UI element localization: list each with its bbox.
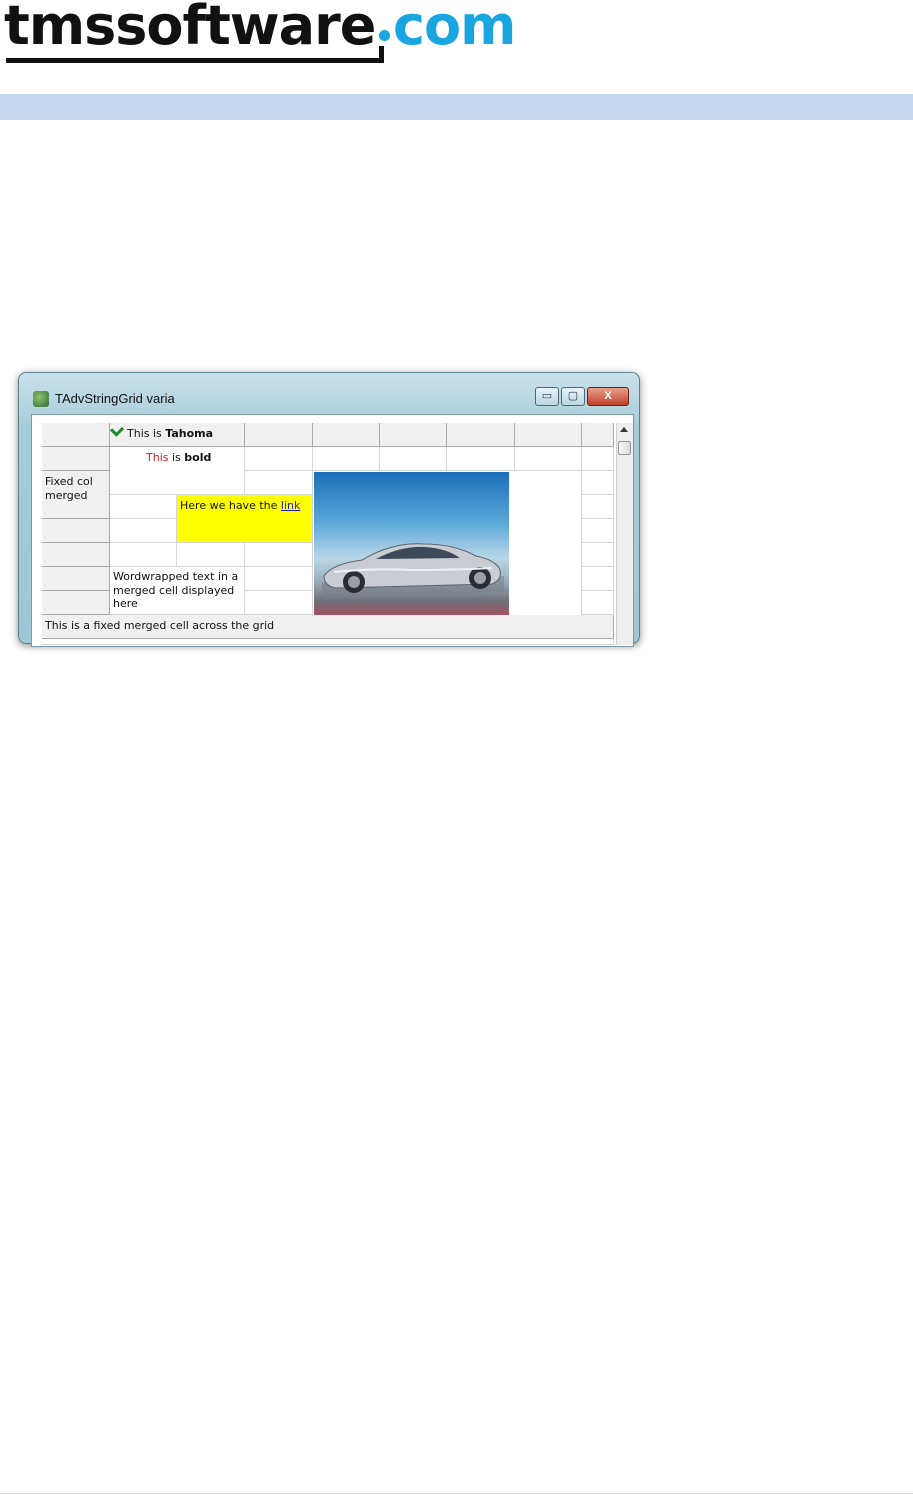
logo-hook [379, 46, 384, 63]
grid-cell[interactable] [42, 567, 110, 591]
grid-cell-link[interactable]: Here we have the link [177, 495, 313, 543]
fixed-col-merged-text: Fixed col merged [45, 475, 93, 502]
grid-cell[interactable] [447, 447, 515, 471]
grid-cell[interactable] [582, 543, 614, 567]
grid-cell[interactable] [110, 543, 177, 567]
maximize-button[interactable]: ▢ [561, 387, 585, 406]
grid-cell[interactable] [313, 423, 380, 447]
logo-dot [379, 30, 390, 41]
tmssoftware-logo: tmssoftware com [4, 0, 524, 70]
grid-cell[interactable] [582, 423, 614, 447]
logo-text-tmssoftware: tmssoftware [4, 0, 376, 57]
grid-cell[interactable] [42, 519, 110, 543]
grid-cell[interactable] [582, 591, 614, 615]
string-grid[interactable]: This is Tahoma This is bold Fixed col me… [42, 423, 614, 645]
grid-cell-bold-text: This is bold [146, 451, 212, 464]
header-band [0, 94, 913, 120]
grid-cell[interactable] [110, 519, 177, 543]
grid-cell[interactable] [42, 591, 110, 615]
window-frame: TAdvStringGrid varia ▭ ▢ X This is Tahom… [18, 372, 640, 647]
grid-cell[interactable] [245, 591, 313, 615]
grid-cell[interactable] [313, 447, 380, 471]
grid-cell[interactable] [245, 543, 313, 567]
grid-cell[interactable] [582, 495, 614, 519]
car-illustration [322, 543, 504, 598]
grid-cell-fixed-merged-row[interactable]: This is a fixed merged cell across the g… [42, 615, 614, 639]
scroll-up-arrow-icon[interactable] [620, 427, 628, 432]
grid-cell[interactable] [515, 447, 582, 471]
grid-cell[interactable] [380, 423, 447, 447]
grid-link[interactable]: link [281, 499, 300, 512]
grid-cell-wordwrapped[interactable]: Wordwrapped text in a merged cell displa… [110, 567, 245, 615]
grid-cell[interactable] [42, 543, 110, 567]
vertical-scrollbar[interactable] [616, 423, 633, 645]
grid-cell[interactable] [582, 447, 614, 471]
logo-underline [6, 58, 384, 63]
checkmark-icon [110, 423, 125, 437]
grid-cell[interactable] [42, 639, 614, 645]
grid-cell-bold[interactable]: This is bold [110, 447, 245, 495]
footer-line [0, 1493, 913, 1494]
grid-header-tahoma[interactable]: This is Tahoma [110, 423, 245, 447]
grid-header-tahoma-text: This is Tahoma [110, 423, 213, 441]
grid-cell[interactable] [582, 567, 614, 591]
grid-cell-fixed-col-merged[interactable]: Fixed col merged [42, 471, 110, 519]
grid-cell[interactable] [245, 423, 313, 447]
grid-cell[interactable] [509, 471, 582, 615]
grid-cell[interactable] [42, 423, 110, 447]
close-button[interactable]: X [587, 387, 629, 406]
grid-cell[interactable] [177, 543, 245, 567]
app-icon [33, 391, 49, 407]
grid-cell[interactable] [582, 471, 614, 495]
grid-cell-link-text: Here we have the link [180, 499, 301, 512]
scrollbar-thumb[interactable] [618, 441, 631, 455]
grid-cell[interactable] [245, 567, 313, 591]
tadvstringgrid-window: TAdvStringGrid varia ▭ ▢ X This is Tahom… [12, 362, 645, 652]
grid-cell[interactable] [245, 447, 313, 471]
window-title: TAdvStringGrid varia [55, 391, 175, 406]
fixed-merged-row-text: This is a fixed merged cell across the g… [45, 619, 275, 632]
grid-cell[interactable] [380, 447, 447, 471]
grid-cell[interactable] [42, 447, 110, 471]
minimize-button[interactable]: ▭ [535, 387, 559, 406]
car-image [314, 472, 509, 616]
grid-cell[interactable] [515, 423, 582, 447]
grid-cell[interactable] [447, 423, 515, 447]
wordwrapped-text: Wordwrapped text in a merged cell displa… [113, 570, 239, 610]
grid-cell[interactable] [110, 495, 177, 519]
logo-text-com: com [393, 0, 516, 57]
grid-cell[interactable] [582, 519, 614, 543]
grid-cell[interactable] [245, 471, 313, 495]
window-client-area: This is Tahoma This is bold Fixed col me… [31, 414, 634, 647]
